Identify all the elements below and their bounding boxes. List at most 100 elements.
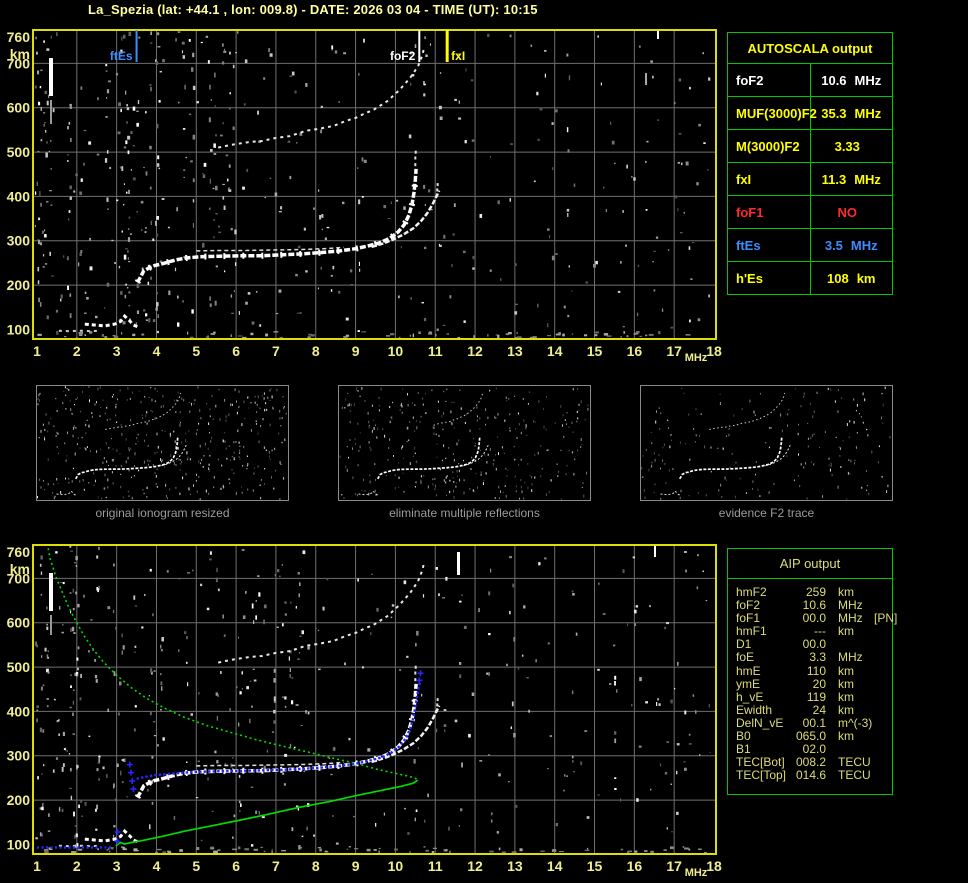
svg-text:16: 16 [627,858,643,874]
autoscala-param: foF1 [727,195,811,229]
svg-text:foF2: foF2 [390,49,416,63]
svg-text:10: 10 [388,343,404,359]
aip-param: foE [736,650,755,665]
aip-unit: km [838,702,854,717]
svg-text:300: 300 [7,748,31,764]
svg-text:15: 15 [587,343,603,359]
aip-param: TEC[Top] [736,768,787,783]
svg-text:6: 6 [232,858,240,874]
thumbnail-no-multiples: eliminate multiple reflections [338,385,591,520]
svg-text:14: 14 [547,858,563,874]
autoscala-unit: km [856,270,876,286]
svg-text:9: 9 [352,858,360,874]
aip-unit: km [838,689,854,704]
autoscala-row: M(3000)F2 3.33 [727,129,893,163]
svg-text:400: 400 [7,703,31,719]
svg-text:600: 600 [7,100,31,116]
aip-note [870,743,892,756]
svg-text:15: 15 [587,858,603,874]
aip-note [870,678,892,691]
svg-text:17: 17 [666,343,682,359]
svg-text:100: 100 [7,321,31,337]
autoscala-param: MUF(3000)F2 [727,96,817,130]
svg-text:11: 11 [428,858,443,874]
aip-note [870,704,892,717]
svg-text:5: 5 [192,343,200,359]
thumbnail-caption-original: original ionogram resized [95,506,230,520]
thumbnail-original-image [36,385,289,501]
thumbnail-caption-no-multiples: eliminate multiple reflections [389,506,540,520]
autoscala-value: 3.5 [824,237,843,253]
autoscala-unit: MHz [854,171,881,187]
thumbnail-f2-evidence-image [640,385,893,501]
svg-text:7: 7 [272,858,280,874]
autoscala-row: fxI 11.3 MHz [727,162,893,196]
svg-text:9: 9 [352,343,360,359]
svg-text:17: 17 [666,858,682,874]
svg-text:200: 200 [7,277,31,293]
aip-value: 014.6 [795,768,826,783]
autoscala-row: MUF(3000)F2 35.3 MHz [727,96,893,130]
aip-param: ymE [736,676,760,691]
autoscala-param: fxI [727,162,811,196]
svg-text:13: 13 [507,858,523,874]
svg-text:MHz: MHz [685,352,708,364]
thumbnail-f2-evidence: evidence F2 trace [640,385,893,520]
aip-note [870,586,892,599]
svg-text:1: 1 [33,343,41,359]
autoscala-table-title: AUTOSCALA output [727,32,893,64]
svg-text:5: 5 [192,858,200,874]
svg-text:4: 4 [153,858,161,874]
svg-text:600: 600 [7,615,31,631]
aip-unit: km [838,624,854,639]
svg-text:8: 8 [312,858,320,874]
aip-panel-title: AIP output [728,549,892,579]
thumbnail-caption-f2-evidence: evidence F2 trace [718,506,815,520]
autoscala-param: ftEs [727,228,811,262]
svg-text:2: 2 [73,858,81,874]
svg-text:12: 12 [467,343,483,359]
svg-text:16: 16 [627,343,643,359]
station-date-time-title: La_Spezia (lat: +44.1 , lon: 009.8) - DA… [88,2,538,17]
aip-note: [PN] [874,611,898,626]
svg-text:1: 1 [33,858,41,874]
autoscala-value: 10.6 [821,72,847,88]
svg-text:11: 11 [428,343,443,359]
autoscala-value: 3.33 [834,138,860,154]
autoscala-output-table: AUTOSCALA output foF2 10.6 MHz MUF(3000)F… [727,32,893,295]
svg-text:fxI: fxI [451,49,465,63]
svg-text:12: 12 [467,858,483,874]
autoscala-row: foF1 NO [727,195,893,229]
aip-param: h_vE [736,689,764,704]
aip-row: foE 3.3 MHz [736,651,892,664]
aip-row: TEC[Top] 014.6 TECU [736,769,892,782]
autoscala-window: La_Spezia (lat: +44.1 , lon: 009.8) - DA… [0,0,968,883]
autoscala-value: 35.3 [821,105,847,121]
aip-note [870,730,892,743]
aip-unit: km [838,663,854,678]
aip-param: Ewidth [736,702,773,717]
autoscala-value: NO [837,204,858,220]
autoscala-row: ftEs 3.5 MHz [727,228,893,262]
thumbnail-no-multiples-image [338,385,591,501]
ionogram-plot-aip: 760700600500400300200100km1 2 3 4 5 6 7 8 9 10 11 1… [7,544,722,879]
svg-text:4: 4 [153,343,161,359]
svg-text:100: 100 [7,836,31,852]
autoscala-param: M(3000)F2 [727,129,811,163]
svg-text:MHz: MHz [685,867,708,879]
autoscala-unit: MHz [850,237,878,253]
svg-text:7: 7 [272,343,280,359]
svg-text:18: 18 [706,343,722,359]
svg-text:km: km [10,46,30,62]
autoscala-unit: MHz [854,72,882,88]
svg-text:14: 14 [547,343,563,359]
svg-text:8: 8 [312,343,320,359]
svg-text:500: 500 [7,144,31,160]
svg-text:18: 18 [706,858,722,874]
aip-value: 20 [812,676,826,691]
svg-text:3: 3 [113,343,121,359]
aip-row: hmE 110 km [736,663,892,678]
svg-text:400: 400 [7,188,31,204]
aip-unit: MHz [838,650,863,665]
autoscala-row: h'Es 108 km [727,261,893,295]
